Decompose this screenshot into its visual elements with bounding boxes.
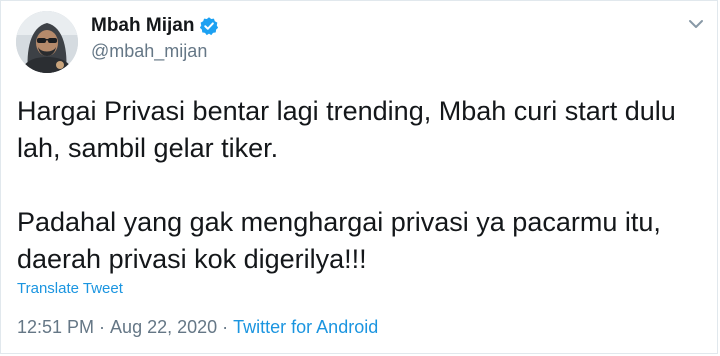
meta-separator: · [222, 317, 229, 337]
tweet-text: Hargai Privasi bentar lagi trending, Mba… [17, 93, 707, 278]
tweet-source-link[interactable]: Twitter for Android [233, 317, 378, 338]
meta-separator: · [99, 317, 106, 337]
tweet-line: Hargai Privasi bentar lagi trending, Mba… [17, 96, 676, 126]
tweet-author[interactable]: Mbah Mijan @mbah_mijan [91, 13, 219, 62]
tweet-card: Mbah Mijan @mbah_mijan Hargai Privasi be… [0, 0, 718, 354]
tweet-line: lah, sambil gelar tiker. [17, 133, 279, 163]
tweet-metadata: 12:51 PM · Aug 22, 2020 · Twitter for An… [17, 317, 378, 338]
profile-photo-icon [16, 11, 78, 73]
avatar[interactable] [16, 11, 78, 73]
user-handle[interactable]: @mbah_mijan [91, 41, 219, 62]
display-name[interactable]: Mbah Mijan [91, 15, 194, 37]
tweet-line: Padahal yang gak menghargai privasi ya p… [17, 207, 661, 237]
tweet-date[interactable]: Aug 22, 2020 [110, 317, 217, 338]
chevron-down-icon[interactable] [685, 13, 707, 35]
translate-tweet-link[interactable]: Translate Tweet [17, 280, 123, 297]
tweet-line: daerah privasi kok digerilya!!! [17, 244, 367, 274]
tweet-paragraph: Hargai Privasi bentar lagi trending, Mba… [17, 93, 707, 167]
tweet-paragraph: Padahal yang gak menghargai privasi ya p… [17, 204, 707, 278]
name-row: Mbah Mijan [91, 13, 219, 39]
tweet-time[interactable]: 12:51 PM [17, 317, 94, 338]
verified-badge-icon [199, 16, 219, 36]
